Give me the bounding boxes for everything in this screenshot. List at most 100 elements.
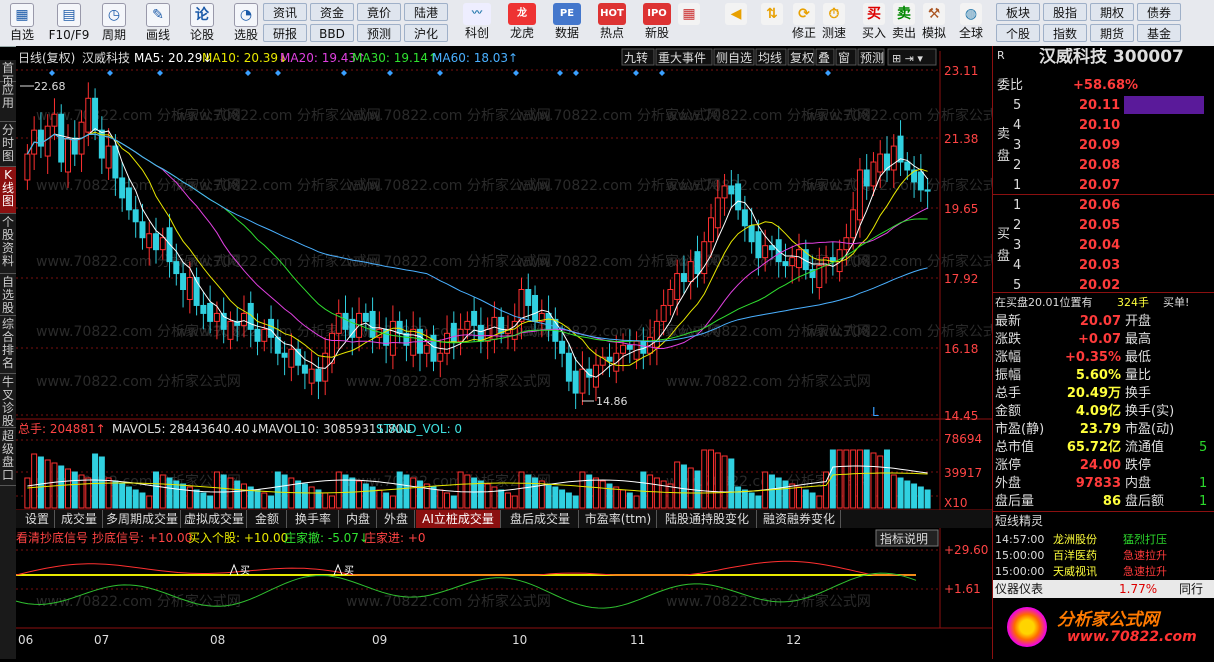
menu-button[interactable]: 沪化: [404, 24, 448, 42]
volume-bar: [579, 471, 586, 509]
volume-bar: [701, 449, 708, 509]
volume-bar: [735, 486, 742, 509]
leftnav-item[interactable]: 首页: [0, 60, 16, 88]
leftnav-item[interactable]: 自选股: [0, 274, 16, 316]
buy-level: 4: [1013, 258, 1022, 273]
indicator-help-button[interactable]: 指标说明: [875, 529, 939, 547]
indicator-tab[interactable]: 陆股通持股变化: [658, 510, 757, 528]
toolbar-chart-button[interactable]: 〰科创: [456, 2, 498, 44]
chart-header-button[interactable]: 九转: [621, 48, 655, 66]
volume-bar: [667, 483, 674, 509]
indicator-tab[interactable]: 盘后成交量: [502, 510, 579, 528]
indicator-tab[interactable]: 虚拟成交量: [182, 510, 247, 528]
toolbar-globe-button[interactable]: ◍ 全球: [955, 2, 987, 44]
toolbar-up-down-arrow-button[interactable]: ⇅: [756, 2, 788, 44]
leftnav-item[interactable]: 个股资料: [0, 214, 16, 274]
toolbar-table-button[interactable]: ▤ F10/F9: [46, 2, 92, 44]
stat-label: 涨幅: [995, 350, 1022, 365]
market-menu-button[interactable]: 股指: [1043, 3, 1087, 21]
stat-value-2: [1199, 366, 1213, 385]
market-menu-button[interactable]: 板块: [996, 3, 1040, 21]
chart-header-button[interactable]: 叠: [815, 48, 835, 66]
chart-header-button[interactable]: 预测: [857, 48, 885, 66]
volume-bar: [532, 477, 539, 509]
toolbar-dragon-button[interactable]: 龙龙虎: [501, 2, 543, 44]
toolbar-buy-button[interactable]: 买买入: [858, 2, 890, 44]
leftnav-item[interactable]: K线图: [0, 167, 16, 214]
volume-bar: [44, 459, 51, 509]
menu-button[interactable]: BBD: [310, 24, 354, 42]
volume-bar: [450, 495, 457, 509]
indicator-tab[interactable]: 金额: [248, 510, 287, 528]
menu-button[interactable]: 资金: [310, 3, 354, 21]
stat-label: 涨停: [995, 458, 1022, 473]
leftnav-item[interactable]: 综合排名: [0, 316, 16, 374]
market-menu-button[interactable]: 个股: [996, 24, 1040, 42]
market-menu-button[interactable]: 债券: [1137, 3, 1181, 21]
sell-price: 20.10: [1079, 118, 1121, 133]
indicator-tab[interactable]: 多周期成交量: [104, 510, 181, 528]
volume-bar: [559, 489, 566, 509]
leftnav-item[interactable]: 分时图: [0, 122, 16, 167]
stat-value: 65.72亿: [1066, 440, 1121, 455]
volume-bar: [281, 474, 288, 509]
toolbar-grid-button[interactable]: ▦ 自选: [2, 2, 42, 44]
menu-button[interactable]: 竟价: [357, 3, 401, 21]
chart-header-button[interactable]: 窗: [835, 48, 857, 66]
indicator-tab[interactable]: 成交量: [56, 510, 103, 528]
menu-button[interactable]: 预测: [357, 24, 401, 42]
buy-level: 2: [1013, 218, 1022, 233]
leftnav-item[interactable]: 超级盘口: [0, 428, 16, 486]
market-menu-button[interactable]: 期权: [1090, 3, 1134, 21]
volume-bar: [755, 495, 762, 509]
toolbar-back-arrow-button[interactable]: ◀: [720, 2, 752, 44]
toolbar-pe-button[interactable]: PE 数据: [546, 2, 588, 44]
ratio-value: +58.68%: [1073, 78, 1139, 93]
stat-value: 4.09亿: [1075, 404, 1121, 419]
kline-chart-area[interactable]: www.70822.com 分析家公式网 www.70822.com 分析家公式网…: [15, 46, 1011, 659]
chart-header-button[interactable]: 侧自选: [713, 48, 755, 66]
sell-level: 1: [1013, 178, 1022, 193]
market-menu-button[interactable]: 期货: [1090, 24, 1134, 42]
menu-button[interactable]: 资讯: [263, 3, 307, 21]
notice-action: 买单!: [1163, 296, 1190, 309]
volume-bar: [349, 477, 356, 509]
indicator-tab[interactable]: 设置: [20, 510, 55, 528]
toolbar-hot-button[interactable]: HOT 热点: [591, 2, 633, 44]
toolbar-stopwatch-button[interactable]: ⏱ 测速: [818, 2, 850, 44]
toolbar-chart-circle-button[interactable]: ◔ 选股: [226, 2, 266, 44]
toolbar-sell-button[interactable]: 卖卖出: [888, 2, 920, 44]
indicator-tab[interactable]: 融资融券变化: [758, 510, 841, 528]
indicator-name: 看清抄底信号: [16, 530, 88, 545]
chart-header-button[interactable]: 复权: [787, 48, 815, 66]
indicator-tab[interactable]: 外盘: [378, 510, 415, 528]
stat-label-2: 换手(实): [1125, 404, 1175, 419]
toolbar-comment-button[interactable]: 论论股: [182, 2, 222, 44]
menu-button[interactable]: 陆港: [404, 3, 448, 21]
leftnav-item[interactable]: 牛叉诊股: [0, 374, 16, 428]
indicator-tab[interactable]: AI立桩成交量: [416, 510, 501, 528]
toolbar-hammer-button[interactable]: ⚒ 模拟: [918, 2, 950, 44]
indicator-tab[interactable]: 市盈率(ttm): [580, 510, 657, 528]
chart-header-button[interactable]: 重大事件: [655, 48, 713, 66]
stat-label: 总手: [995, 386, 1022, 401]
toolbar-ipo-button[interactable]: IPO 新股: [636, 2, 678, 44]
menu-button[interactable]: 研报: [263, 24, 307, 42]
indicator-tab[interactable]: 内盘: [340, 510, 377, 528]
toolbar-clock-refresh-button[interactable]: ⟳ 修正: [788, 2, 820, 44]
market-menu-button[interactable]: 指数: [1043, 24, 1087, 42]
ma5-label: MA5: 20.29↓: [134, 51, 212, 65]
indicator-tab[interactable]: 换手率: [288, 510, 339, 528]
volume-bar: [369, 486, 376, 509]
toolbar-color-grid-button[interactable]: ▦: [673, 2, 705, 44]
toolbar-pencil-button[interactable]: ✎ 画线: [138, 2, 178, 44]
stat-value-2: [1199, 330, 1213, 349]
chart-header-button[interactable]: 均线: [755, 48, 787, 66]
header-button-label: 叠: [818, 51, 830, 65]
volume-bar: [565, 492, 572, 509]
indicator-out: 庄家撤: -5.07↓: [284, 530, 369, 545]
leftnav-item[interactable]: 应用: [0, 82, 16, 122]
volume-bar: [620, 489, 627, 509]
toolbar-clock-button[interactable]: ◷ 周期: [94, 2, 134, 44]
market-menu-button[interactable]: 基金: [1137, 24, 1181, 42]
